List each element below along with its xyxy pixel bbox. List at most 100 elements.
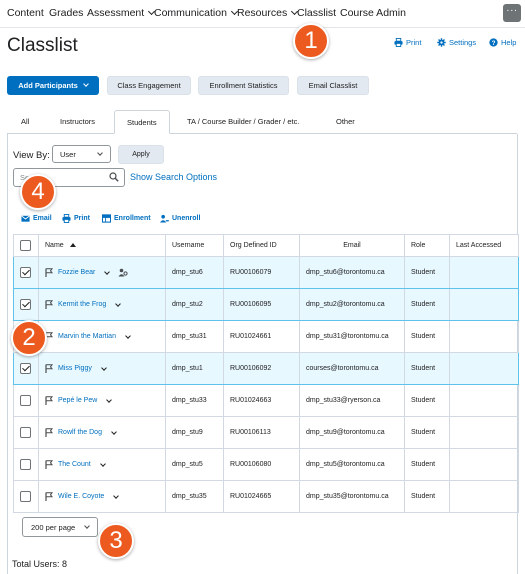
role-cell: Student [404,288,450,321]
flag-icon[interactable] [45,428,53,437]
select-all-checkbox[interactable] [20,240,31,251]
user-name-link[interactable]: Wile E. Coyote [58,493,104,500]
nav-classlist[interactable]: Classlist [297,7,336,19]
tab-ta-course-builder[interactable]: TA / Course Builder / Grader / etc. [187,117,299,126]
user-name-link[interactable]: Pepé le Pew [58,397,97,404]
email-cell: courses@torontomu.ca [299,352,405,385]
user-name-link[interactable]: Marvin the Martian [58,333,116,340]
username-cell: dmp_stu1 [165,352,224,385]
per-page-select[interactable]: 200 per page [22,517,98,537]
flag-icon[interactable] [45,300,53,309]
callout-badge: 1 [293,23,329,59]
username-cell: dmp_stu35 [165,480,224,513]
row-select-cell [13,256,39,289]
name-column-header[interactable]: Name [38,234,166,257]
impersonate-icon[interactable] [118,268,128,277]
email-action[interactable]: Email [21,214,52,223]
row-select-cell [13,288,39,321]
role-cell: Student [404,480,450,513]
print-action[interactable]: Print [62,214,90,223]
tab-students[interactable]: Students [114,110,170,134]
name-cell: Fozzie Bear [38,256,166,289]
row-select-cell [13,416,39,449]
row-checkbox[interactable] [20,299,31,310]
view-by-label: View By: [13,150,50,161]
role-cell: Student [404,384,450,417]
org-id-cell: RU00106080 [223,448,300,481]
nav-resources[interactable]: Resources [237,7,299,19]
last-accessed-cell [449,480,519,513]
tab-instructors[interactable]: Instructors [60,117,95,126]
table-row: Marvin the Martian dmp_stu31 RU01024661 dmp… [13,320,519,353]
add-participants-button[interactable]: Add Participants [7,76,99,95]
nav-grades[interactable]: Grades [49,7,83,19]
chevron-down-icon[interactable] [113,492,120,499]
last-accessed-column-header[interactable]: Last Accessed [449,234,519,257]
class-engagement-button[interactable]: Class Engagement [107,76,191,95]
settings-link[interactable]: Settings [437,38,476,47]
email-classlist-button[interactable]: Email Classlist [297,76,369,95]
username-cell: dmp_stu31 [165,320,224,353]
email-cell: dmp_stu2@torontomu.ca [299,288,405,321]
row-checkbox[interactable] [20,395,31,406]
show-search-options-link[interactable]: Show Search Options [130,172,217,182]
user-name-link[interactable]: The Count [58,461,91,468]
user-name-link[interactable]: Fozzie Bear [58,269,95,276]
chevron-down-icon[interactable] [115,300,122,307]
table-row: Pepé le Pew dmp_stu33 RU01024663 dmp_stu33@… [13,384,519,417]
role-column-header[interactable]: Role [404,234,450,257]
row-checkbox[interactable] [20,459,31,470]
username-cell: dmp_stu2 [165,288,224,321]
chevron-down-icon[interactable] [101,364,107,371]
flag-icon[interactable] [45,268,53,277]
user-name-link[interactable]: Miss Piggy [58,365,92,372]
tab-all[interactable]: All [21,117,29,126]
help-link[interactable]: ? Help [489,38,516,47]
chevron-down-icon[interactable] [111,428,117,435]
chevron-down-icon[interactable] [106,396,113,403]
username-column-header[interactable]: Username [165,234,224,257]
table-row: Kermit the Frog dmp_stu2 RU00106095 dmp_stu… [13,288,519,321]
row-checkbox[interactable] [20,491,31,502]
name-cell: Rowlf the Dog [38,416,166,449]
flag-icon[interactable] [45,492,53,501]
search-icon[interactable] [109,172,119,182]
row-checkbox[interactable] [20,363,31,374]
email-column-header[interactable]: Email [299,234,405,257]
flag-icon[interactable] [45,364,53,373]
user-name-link[interactable]: Kermit the Frog [58,301,106,308]
tab-other[interactable]: Other [336,117,355,126]
apply-button[interactable]: Apply [118,145,164,164]
chevron-down-icon[interactable] [125,332,131,339]
printer-icon [62,214,71,223]
enrollment-action[interactable]: Enrollment [102,214,151,223]
unenroll-action[interactable]: Unenroll [160,214,200,223]
nav-course-admin[interactable]: Course Admin [340,7,406,19]
last-accessed-cell [449,288,519,321]
table-row: The Count dmp_stu5 RU00106080 dmp_stu5@toro… [13,448,519,481]
flag-icon[interactable] [45,460,53,469]
print-link[interactable]: Print [394,38,421,47]
name-cell: Wile E. Coyote [38,480,166,513]
enrollment-statistics-button[interactable]: Enrollment Statistics [198,76,289,95]
more-options-button[interactable]: ··· [503,4,521,22]
chevron-down-icon[interactable] [104,268,111,275]
callout-badge: 4 [20,174,56,210]
name-cell: Miss Piggy [38,352,166,385]
username-cell: dmp_stu9 [165,416,224,449]
chevron-down-icon [97,150,103,156]
view-by-select[interactable]: User [52,145,111,163]
row-checkbox[interactable] [20,427,31,438]
nav-communication[interactable]: Communication [154,7,238,19]
table-row: Wile E. Coyote dmp_stu35 RU01024665 dmp_stu… [13,480,519,513]
nav-assessment[interactable]: Assessment [87,7,156,19]
chevron-down-icon[interactable] [99,460,106,467]
flag-icon[interactable] [45,396,53,405]
nav-content[interactable]: Content [7,7,44,19]
row-checkbox[interactable] [20,267,31,278]
name-cell: Marvin the Martian [38,320,166,353]
user-name-link[interactable]: Rowlf the Dog [58,429,102,436]
table-row: Miss Piggy dmp_stu1 RU00106092 courses@toro… [13,352,519,385]
org-id-column-header[interactable]: Org Defined ID [223,234,300,257]
role-cell: Student [404,256,450,289]
